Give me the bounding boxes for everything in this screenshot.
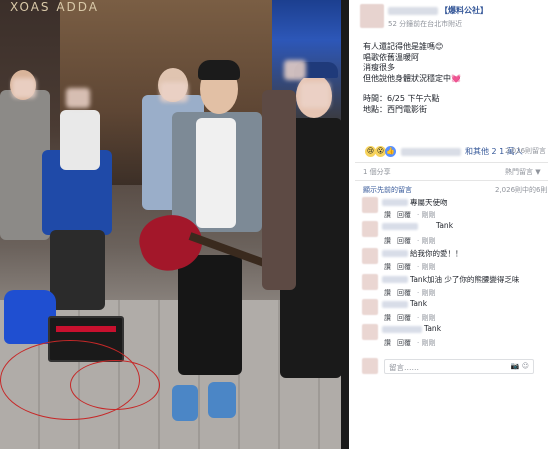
post-line	[363, 84, 543, 94]
commenter-avatar[interactable]	[362, 197, 378, 213]
separator-strip	[341, 0, 349, 449]
bystander-legs	[50, 230, 105, 310]
commenter-name-blurred[interactable]	[382, 301, 408, 308]
comment-actions: 讚回覆 · 剛剛	[384, 210, 441, 220]
singer-shirt	[196, 118, 236, 228]
reactor-names-blurred	[401, 148, 461, 156]
post-body: 有人還記得他是誰嗎😊 唱歌依舊溫暖阿 消瘦很多 但他說他身體狀況穩定中💓 時間：…	[363, 42, 543, 115]
face-blur	[160, 82, 188, 102]
reply-link[interactable]: 回覆	[397, 237, 411, 245]
like-link[interactable]: 讚	[384, 211, 391, 219]
commenter-avatar[interactable]	[362, 274, 378, 290]
comment-rank-dropdown[interactable]: 熱門留言 ▼	[505, 167, 541, 177]
show-previous-comments-link[interactable]: 顯示先前的留言	[363, 185, 412, 195]
singer-pants	[178, 255, 242, 375]
singer-shoe-right	[208, 382, 236, 418]
comment-text: 給我你的愛！！	[410, 249, 463, 258]
like-link[interactable]: 讚	[384, 314, 391, 322]
camera-emoji-icons[interactable]: 📷 ☺	[511, 362, 529, 370]
comment-text: 專屬天使吻	[410, 198, 448, 207]
post-line: 消瘦很多	[363, 63, 395, 72]
singer-hair	[198, 60, 240, 80]
singer-shoe-left	[172, 385, 198, 421]
amp-stripe	[56, 326, 116, 332]
post-line: 唱歌依舊溫暖阿	[363, 52, 419, 62]
face-blur	[300, 82, 330, 108]
comment-input[interactable]: 留言…… 📷 ☺	[384, 359, 534, 374]
reply-link[interactable]: 回覆	[397, 211, 411, 219]
like-link[interactable]: 讚	[384, 289, 391, 297]
comment-text: Tank	[424, 324, 442, 333]
commenter-avatar[interactable]	[362, 221, 378, 237]
comment-time: · 剛剛	[417, 211, 436, 219]
shop-sign: XOAS ADDA	[10, 0, 100, 14]
commenter-avatar[interactable]	[362, 299, 378, 315]
share-count[interactable]: 1 個分享	[363, 167, 391, 177]
comments-shown-count: 2,026則中的6則	[495, 186, 548, 194]
post-line: 時間：6/25 下午六點	[363, 94, 440, 103]
post-line: 地點：西門電影街	[363, 104, 427, 114]
like-link[interactable]: 讚	[384, 237, 391, 245]
divider	[355, 162, 548, 163]
comment-actions: 讚回覆 · 剛剛	[384, 236, 441, 246]
reply-link[interactable]: 回覆	[397, 314, 411, 322]
commenter-name-blurred[interactable]	[382, 276, 408, 283]
post-line: 但他說他身體狀況穩定中💓	[363, 73, 461, 83]
post-line: 有人還記得他是誰嗎😊	[363, 42, 444, 51]
commenter-avatar[interactable]	[362, 324, 378, 340]
comment-count[interactable]: 2,026則留言	[505, 146, 546, 156]
poster-name-blurred	[388, 7, 438, 15]
divider	[355, 180, 548, 181]
comment-actions: 讚回覆 · 剛剛	[384, 313, 441, 323]
reply-link[interactable]: 回覆	[397, 339, 411, 347]
comment-time: · 剛剛	[417, 263, 436, 271]
comment-text: Tank加油 少了你的熊腰變得乏味	[410, 275, 520, 284]
commenter-name-blurred[interactable]	[382, 326, 422, 333]
like-link[interactable]: 讚	[384, 263, 391, 271]
reply-link[interactable]: 回覆	[397, 263, 411, 271]
red-cable	[70, 360, 160, 410]
post-meta: 52 分鐘前在台北市附近	[388, 20, 463, 28]
commenter-name-blurred[interactable]	[382, 223, 418, 230]
comment-actions: 讚回覆 · 剛剛	[384, 338, 441, 348]
commenter-avatar[interactable]	[362, 248, 378, 264]
comment-text: Tank	[410, 299, 428, 308]
comment-time: · 剛剛	[417, 289, 436, 297]
face-blur	[12, 78, 36, 98]
bystander-right	[262, 90, 296, 290]
current-user-avatar	[362, 358, 378, 374]
comment-time: · 剛剛	[417, 237, 436, 245]
commenter-name-blurred[interactable]	[382, 199, 408, 206]
like-link[interactable]: 讚	[384, 339, 391, 347]
bystander-white-shirt	[60, 110, 100, 170]
reply-link[interactable]: 回覆	[397, 289, 411, 297]
like-reaction-icon[interactable]: 👍	[385, 146, 396, 157]
comment-text: Tank	[436, 221, 454, 230]
street-performer-photo: XOAS ADDA	[0, 0, 341, 449]
face-blur	[284, 60, 306, 80]
page-avatar[interactable]	[360, 4, 384, 28]
comment-actions: 讚回覆 · 剛剛	[384, 288, 441, 298]
comment-time: · 剛剛	[417, 339, 436, 347]
comment-actions: 讚回覆 · 剛剛	[384, 262, 441, 272]
page-name[interactable]: 【爆料公社】	[440, 6, 488, 16]
commenter-name-blurred[interactable]	[382, 250, 408, 257]
comment-time: · 剛剛	[417, 314, 436, 322]
face-blur	[66, 88, 90, 108]
comment-input-placeholder: 留言……	[389, 363, 419, 372]
